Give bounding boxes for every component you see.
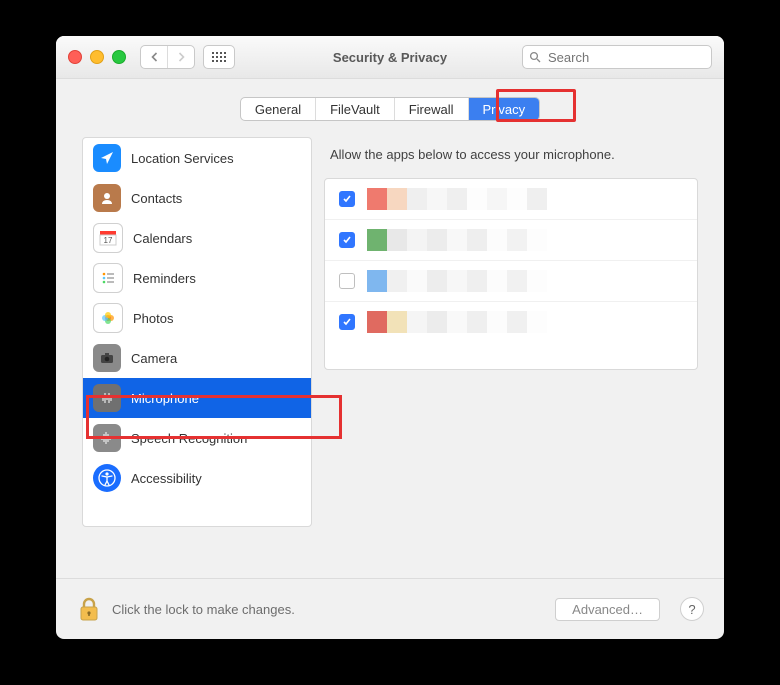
minimize-window-button[interactable] [90,50,104,64]
location-icon [93,144,121,172]
redacted-app-name [367,188,547,210]
permission-checkbox[interactable] [339,191,355,207]
calendar-icon: 17 [93,223,123,253]
sidebar-item-label: Camera [131,351,177,366]
sidebar-item-label: Reminders [133,271,196,286]
sidebar-item-label: Calendars [133,231,192,246]
tab-segmented-control: General FileVault Firewall Privacy [240,97,540,121]
advanced-button[interactable]: Advanced… [555,598,660,621]
sidebar-item-calendars[interactable]: 17 Calendars [83,218,311,258]
app-row[interactable] [325,301,697,342]
sidebar-item-location-services[interactable]: Location Services [83,138,311,178]
tab-privacy[interactable]: Privacy [468,98,540,120]
redacted-app-name [367,270,547,292]
pane-description: Allow the apps below to access your micr… [324,137,698,178]
reminders-icon [93,263,123,293]
sidebar-item-reminders[interactable]: Reminders [83,258,311,298]
sidebar-item-label: Microphone [131,391,199,406]
sidebar-item-label: Accessibility [131,471,202,486]
privacy-category-list[interactable]: Location Services Contacts 17 Calendars … [82,137,312,527]
lock-button[interactable] [76,593,102,625]
speech-icon [93,424,121,452]
permission-checkbox[interactable] [339,273,355,289]
tab-firewall[interactable]: Firewall [394,98,468,120]
app-permission-list[interactable] [324,178,698,370]
sidebar-item-speech-recognition[interactable]: Speech Recognition [83,418,311,458]
app-row[interactable] [325,179,697,219]
nav-back-forward [140,45,195,69]
footer: Click the lock to make changes. Advanced… [56,578,724,639]
app-row[interactable] [325,219,697,260]
sidebar-item-label: Location Services [131,151,234,166]
help-button[interactable]: ? [680,597,704,621]
tab-bar: General FileVault Firewall Privacy [56,79,724,133]
permission-checkbox[interactable] [339,314,355,330]
back-button[interactable] [141,46,167,68]
contacts-icon [93,184,121,212]
search-input[interactable] [546,49,705,66]
sidebar-item-label: Photos [133,311,173,326]
search-field[interactable] [522,45,712,69]
redacted-app-name [367,229,547,251]
show-all-button[interactable] [203,45,235,69]
close-window-button[interactable] [68,50,82,64]
tab-general[interactable]: General [241,98,315,120]
sidebar-item-contacts[interactable]: Contacts [83,178,311,218]
window-controls [68,50,126,64]
camera-icon [93,344,121,372]
sidebar-item-microphone[interactable]: Microphone [83,378,311,418]
microphone-icon [93,384,121,412]
sidebar-item-accessibility[interactable]: Accessibility [83,458,311,498]
sidebar-item-label: Speech Recognition [131,431,247,446]
redacted-app-name [367,311,547,333]
accessibility-icon [93,464,121,492]
content-area: Location Services Contacts 17 Calendars … [56,133,724,527]
photos-icon [93,303,123,333]
sidebar-item-camera[interactable]: Camera [83,338,311,378]
forward-button[interactable] [167,46,194,68]
svg-text:17: 17 [104,236,113,245]
sidebar-item-photos[interactable]: Photos [83,298,311,338]
app-row[interactable] [325,260,697,301]
titlebar: Security & Privacy [56,36,724,79]
detail-pane: Allow the apps below to access your micr… [324,137,698,527]
lock-message: Click the lock to make changes. [112,602,295,617]
zoom-window-button[interactable] [112,50,126,64]
preferences-window: Security & Privacy General FileVault Fir… [56,36,724,639]
tab-filevault[interactable]: FileVault [315,98,394,120]
search-icon [529,51,541,63]
sidebar-item-label: Contacts [131,191,182,206]
permission-checkbox[interactable] [339,232,355,248]
